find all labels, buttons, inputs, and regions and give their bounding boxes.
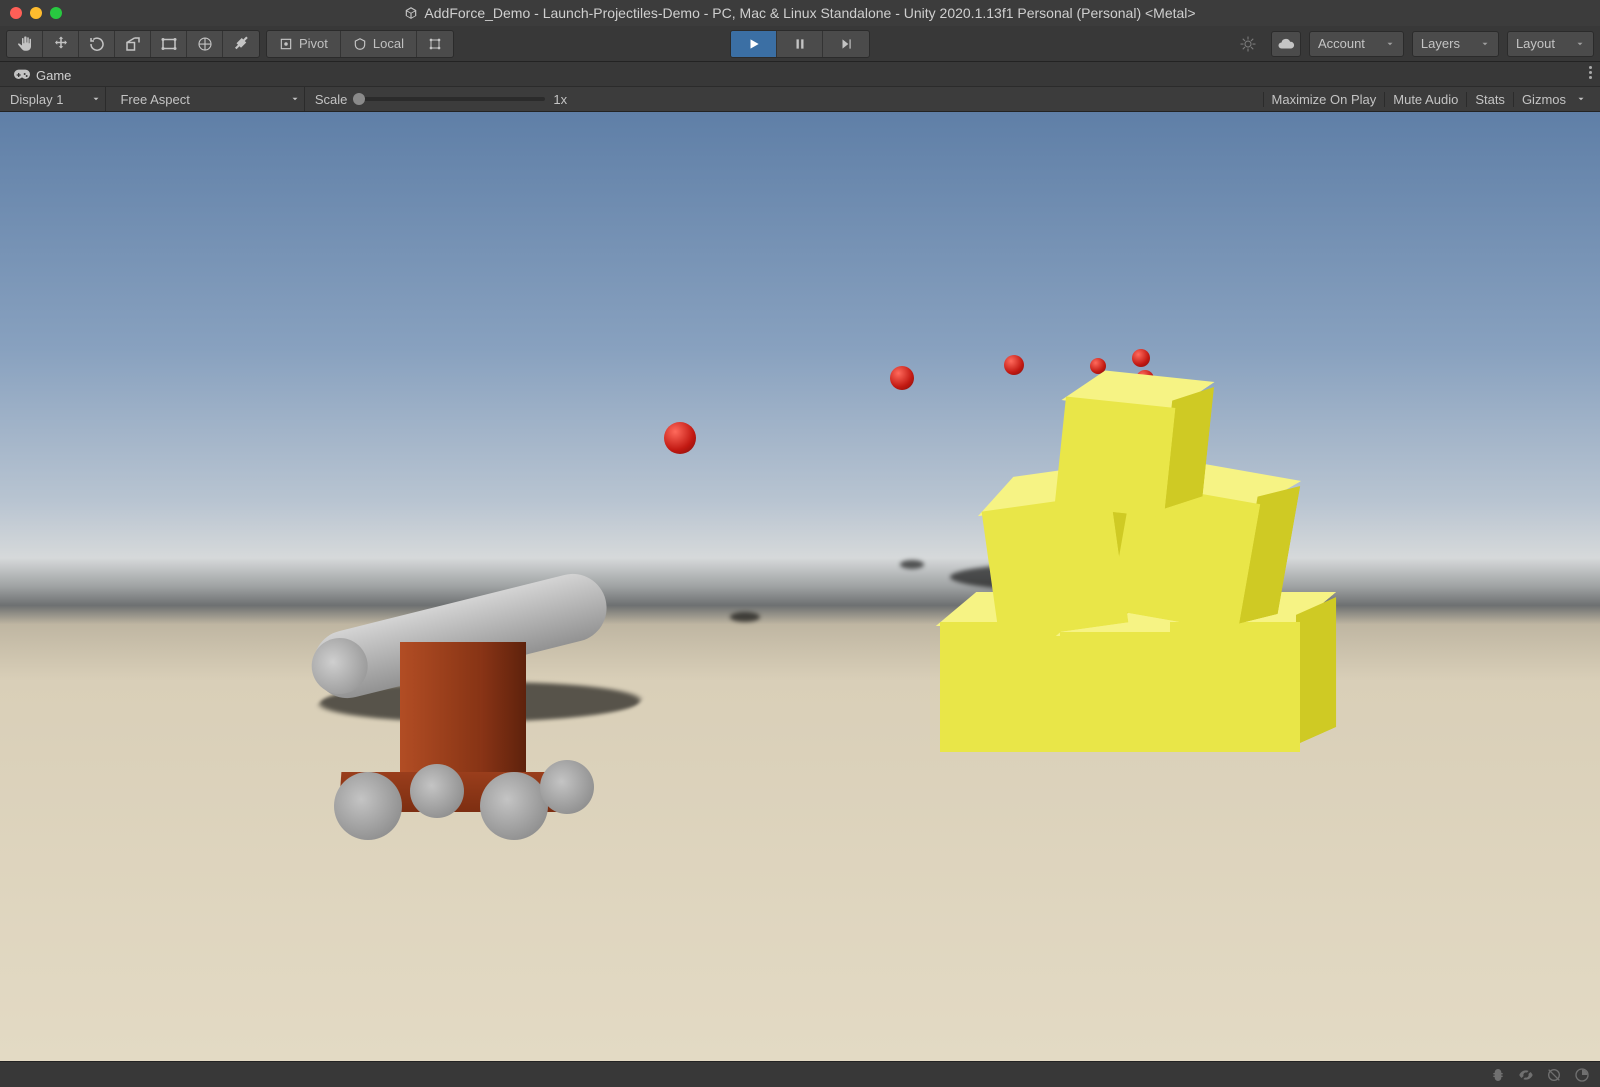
cannon-object (280, 572, 600, 852)
cube-pile (910, 432, 1350, 772)
scale-slider-thumb[interactable] (353, 93, 365, 105)
layers-dropdown[interactable]: Layers (1412, 31, 1499, 57)
status-hidden-icon[interactable] (1518, 1067, 1534, 1083)
chevron-down-icon (1480, 39, 1490, 49)
chevron-down-icon (1575, 39, 1585, 49)
transform-tools-group (6, 30, 260, 58)
projectile-ball (664, 422, 696, 454)
snap-toggle-button[interactable] (417, 31, 453, 57)
tab-options-button[interactable] (1589, 66, 1592, 79)
scale-label: Scale (315, 92, 348, 107)
gizmos-dropdown[interactable]: Gizmos (1513, 92, 1594, 107)
mute-audio-toggle[interactable]: Mute Audio (1384, 92, 1466, 107)
mute-label: Mute Audio (1393, 92, 1458, 107)
transform-tool-button[interactable] (187, 31, 223, 57)
view-tabbar: Game (0, 62, 1600, 86)
chevron-down-icon (1576, 94, 1586, 104)
window-close-button[interactable] (10, 7, 22, 19)
status-debug-icon[interactable] (1490, 1067, 1506, 1083)
projectile-ball (890, 366, 914, 390)
chevron-down-icon (1385, 39, 1395, 49)
rotate-tool-button[interactable] (79, 31, 115, 57)
account-label: Account (1318, 36, 1365, 51)
stats-toggle[interactable]: Stats (1466, 92, 1513, 107)
main-toolbar: Pivot Local Account (0, 26, 1600, 62)
cloud-button[interactable] (1271, 31, 1301, 57)
layout-label: Layout (1516, 36, 1555, 51)
maximize-on-play-toggle[interactable]: Maximize On Play (1263, 92, 1385, 107)
game-tab-label: Game (36, 68, 71, 83)
local-label: Local (373, 36, 404, 51)
game-tab[interactable]: Game (4, 64, 81, 86)
status-bar (0, 1061, 1600, 1087)
gizmos-label: Gizmos (1522, 92, 1566, 107)
play-button[interactable] (731, 31, 777, 57)
game-viewport[interactable] (0, 112, 1600, 1061)
scale-value: 1x (553, 92, 567, 107)
window-title: AddForce_Demo - Launch-Projectiles-Demo … (424, 5, 1195, 21)
window-minimize-button[interactable] (30, 7, 42, 19)
collab-button[interactable] (1233, 31, 1263, 57)
pivot-toggle-button[interactable]: Pivot (267, 31, 341, 57)
custom-tools-button[interactable] (223, 31, 259, 57)
aspect-label: Free Aspect (120, 92, 189, 107)
stats-label: Stats (1475, 92, 1505, 107)
rect-tool-button[interactable] (151, 31, 187, 57)
play-controls-group (730, 30, 870, 58)
layers-label: Layers (1421, 36, 1460, 51)
aspect-dropdown[interactable]: Free Aspect (116, 87, 304, 111)
chevron-down-icon (290, 94, 300, 104)
local-toggle-button[interactable]: Local (341, 31, 417, 57)
chevron-down-icon (91, 94, 101, 104)
handle-controls-group: Pivot Local (266, 30, 454, 58)
scale-slider[interactable] (355, 97, 545, 101)
move-tool-button[interactable] (43, 31, 79, 57)
maximize-label: Maximize On Play (1272, 92, 1377, 107)
scale-tool-button[interactable] (115, 31, 151, 57)
account-dropdown[interactable]: Account (1309, 31, 1404, 57)
status-autorefresh-icon[interactable] (1546, 1067, 1562, 1083)
unity-logo-icon (404, 6, 418, 20)
status-activity-icon[interactable] (1574, 1067, 1590, 1083)
window-titlebar: AddForce_Demo - Launch-Projectiles-Demo … (0, 0, 1600, 26)
layout-dropdown[interactable]: Layout (1507, 31, 1594, 57)
window-maximize-button[interactable] (50, 7, 62, 19)
step-button[interactable] (823, 31, 869, 57)
pivot-label: Pivot (299, 36, 328, 51)
game-tab-icon (14, 69, 30, 81)
display-dropdown[interactable]: Display 1 (6, 87, 106, 111)
game-toolbar: Display 1 Free Aspect Scale 1x Maximize … (0, 86, 1600, 112)
hand-tool-button[interactable] (7, 31, 43, 57)
display-label: Display 1 (10, 92, 63, 107)
scene-shadow (730, 612, 760, 622)
projectile-ball (1004, 355, 1024, 375)
projectile-ball (1132, 349, 1150, 367)
pause-button[interactable] (777, 31, 823, 57)
